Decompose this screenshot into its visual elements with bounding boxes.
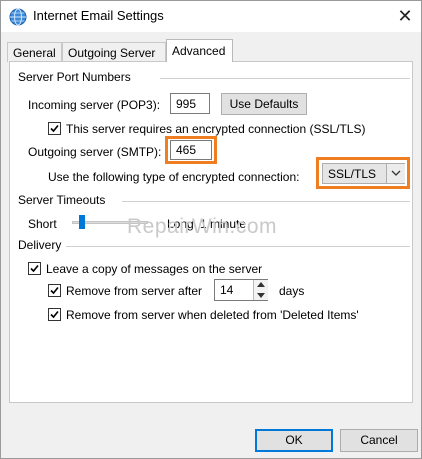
- use-defaults-label: Use Defaults: [229, 97, 299, 111]
- encryption-type-select[interactable]: SSL/TLS: [322, 163, 405, 184]
- checkmark-icon: [50, 286, 59, 295]
- remove-after-days-stepper[interactable]: [214, 279, 268, 301]
- encryption-type-value: SSL/TLS: [328, 167, 377, 181]
- encrypted-connection-checkbox[interactable]: [48, 122, 61, 135]
- timeout-short-label: Short: [28, 217, 57, 231]
- checkmark-icon: [50, 310, 59, 319]
- remove-deleted-label: Remove from server when deleted from 'De…: [66, 308, 359, 322]
- encrypted-connection-label: This server requires an encrypted connec…: [66, 122, 366, 136]
- tab-label: General: [13, 46, 56, 60]
- checkmark-icon: [50, 124, 59, 133]
- globe-icon: [9, 8, 27, 26]
- remove-after-label: Remove from server after: [66, 284, 203, 298]
- days-label: days: [279, 284, 305, 298]
- leave-copy-label: Leave a copy of messages on the server: [46, 262, 263, 276]
- remove-after-checkbox[interactable]: [48, 284, 61, 297]
- cancel-label: Cancel: [360, 433, 398, 447]
- ok-button[interactable]: OK: [255, 429, 333, 452]
- group-divider: [66, 246, 410, 247]
- dropdown-toggle[interactable]: [386, 164, 405, 183]
- tab-general[interactable]: General: [7, 42, 62, 62]
- tab-outgoing-server[interactable]: Outgoing Server: [62, 42, 166, 62]
- checkmark-icon: [30, 264, 39, 273]
- stepper-down-button[interactable]: [253, 290, 268, 300]
- window-title: Internet Email Settings: [33, 8, 164, 23]
- tab-label: Outgoing Server: [68, 46, 156, 60]
- delivery-heading: Delivery: [18, 238, 62, 252]
- server-port-numbers-heading: Server Port Numbers: [18, 70, 131, 84]
- outgoing-port-input[interactable]: [170, 140, 212, 160]
- server-timeouts-heading: Server Timeouts: [18, 193, 106, 207]
- tab-label: Advanced: [172, 44, 226, 58]
- close-icon: ✕: [397, 5, 413, 26]
- tab-advanced[interactable]: Advanced: [166, 39, 233, 62]
- leave-copy-checkbox[interactable]: [28, 262, 41, 275]
- group-divider: [122, 201, 410, 202]
- ok-label: OK: [285, 433, 303, 447]
- advanced-tab-panel: Server Port Numbers Incoming server (POP…: [9, 61, 413, 403]
- group-divider: [160, 78, 410, 79]
- triangle-up-icon: [257, 282, 265, 287]
- remove-deleted-checkbox[interactable]: [48, 308, 61, 321]
- email-settings-dialog: Internet Email Settings ✕ General Outgoi…: [0, 0, 422, 459]
- timeout-slider-thumb[interactable]: [79, 215, 85, 229]
- chevron-down-icon: [391, 170, 401, 176]
- title-bar: Internet Email Settings ✕: [1, 1, 421, 32]
- close-button[interactable]: ✕: [391, 3, 419, 29]
- incoming-server-label: Incoming server (POP3):: [28, 98, 161, 112]
- watermark-text: RepairWin.com: [127, 215, 278, 238]
- triangle-down-icon: [257, 293, 265, 298]
- cancel-button[interactable]: Cancel: [340, 429, 418, 452]
- remove-after-days-input[interactable]: [215, 280, 253, 300]
- incoming-port-input[interactable]: [170, 93, 210, 114]
- use-defaults-button[interactable]: Use Defaults: [221, 93, 307, 115]
- outgoing-server-label: Outgoing server (SMTP):: [28, 145, 162, 159]
- encryption-type-label: Use the following type of encrypted conn…: [48, 170, 300, 184]
